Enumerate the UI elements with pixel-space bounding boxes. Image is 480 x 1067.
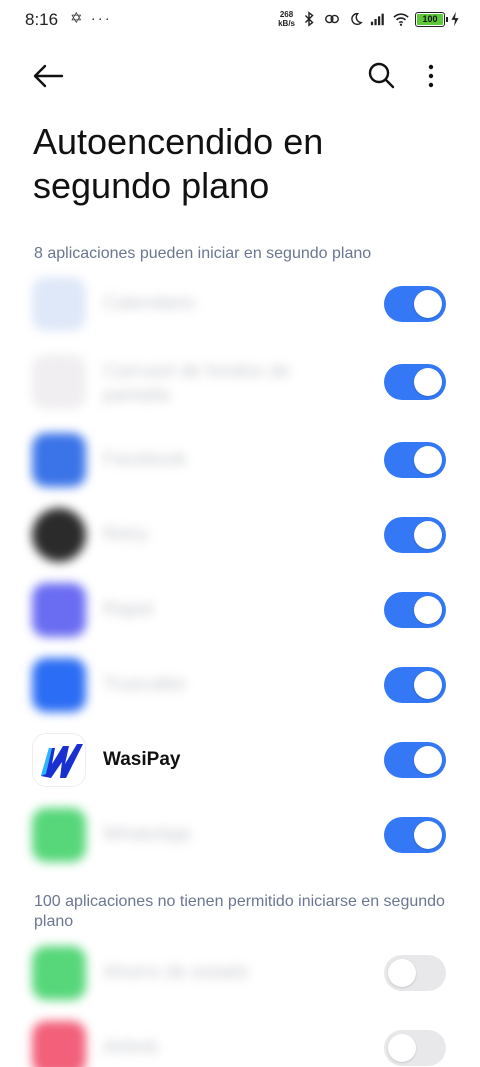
app-toggle-switch[interactable] [384,742,446,778]
app-icon [32,658,86,712]
app-icon [32,583,86,637]
toggle-knob [388,1034,416,1062]
app-row: Calendario [0,269,480,339]
app-toggle-switch[interactable] [384,442,446,478]
network-speed-value: 268 [279,10,294,19]
search-icon[interactable] [364,58,400,94]
app-icon [32,946,86,1000]
bluetooth-icon [304,11,314,27]
network-speed: 268 kB/s [278,10,295,28]
app-name: Retry [103,524,149,545]
app-row: Airbnb [0,1013,480,1067]
app-name: Carrusel de fondos de pantalla [103,361,290,406]
toggle-knob [388,959,416,987]
status-time: 8:16 [25,10,59,29]
allowed-section-header: 8 aplicaciones pueden iniciar en segundo… [34,245,372,262]
app-toggle-switch[interactable] [384,592,446,628]
toggle-knob [414,821,442,849]
battery-icon: 100 [415,11,448,27]
toggle-knob [414,521,442,549]
app-toggle-switch[interactable] [384,667,446,703]
app-row: Retry [0,500,480,570]
app-name: Rapid [103,599,153,620]
status-bar: 8:16 ✡ ··· 268 kB/s 100 [0,0,480,40]
toggle-knob [414,746,442,774]
app-name: Ahorro de estado [103,962,249,983]
toggle-knob [414,671,442,699]
app-row: Rapid [0,575,480,645]
link-icon [325,14,339,24]
app-name: Facebook [103,449,187,470]
app-toggle-switch[interactable] [384,517,446,553]
network-speed-unit: kB/s [278,19,295,28]
app-toggle-switch[interactable] [384,817,446,853]
signal-icon [370,13,384,26]
denied-section-header: 100 aplicaciones no tienen permitido ini… [34,893,445,930]
app-row: Carrusel de fondos de pantalla [0,344,480,420]
app-name: Calendario [103,293,195,314]
toggle-knob [414,446,442,474]
app-name: WasiPay [103,749,181,770]
app-name: Airbnb [103,1037,158,1058]
back-arrow-icon[interactable] [30,58,66,94]
app-name: WhatsApp [103,824,191,845]
app-toggle-switch[interactable] [384,1030,446,1066]
app-row: WasiPay [0,725,480,795]
status-right-icons: 268 kB/s 100 [278,10,460,28]
top-action-bar [0,52,480,98]
app-toggle-switch[interactable] [384,955,446,991]
moon-icon [351,12,363,25]
app-icon [32,355,86,409]
toggle-knob [414,368,442,396]
app-icon [32,733,86,787]
toggle-knob [414,596,442,624]
app-name: Truecaller [103,674,187,695]
more-options-icon[interactable] [418,58,444,94]
app-row: Facebook [0,425,480,495]
app-row: Ahorro de estado [0,938,480,1008]
toggle-knob [414,290,442,318]
app-icon [32,1021,86,1067]
app-icon [32,277,86,331]
page-title: Autoencendido en segundo plano [33,121,324,206]
app-row: Truecaller [0,650,480,720]
app-toggle-switch[interactable] [384,286,446,322]
app-row: WhatsApp [0,800,480,870]
app-icon [32,808,86,862]
charging-icon [451,11,459,27]
app-icon [32,433,86,487]
notification-icons: ✡ ··· [70,10,112,27]
app-toggle-switch[interactable] [384,364,446,400]
app-icon [32,508,86,562]
battery-level: 100 [417,13,443,25]
wifi-icon [393,13,409,26]
